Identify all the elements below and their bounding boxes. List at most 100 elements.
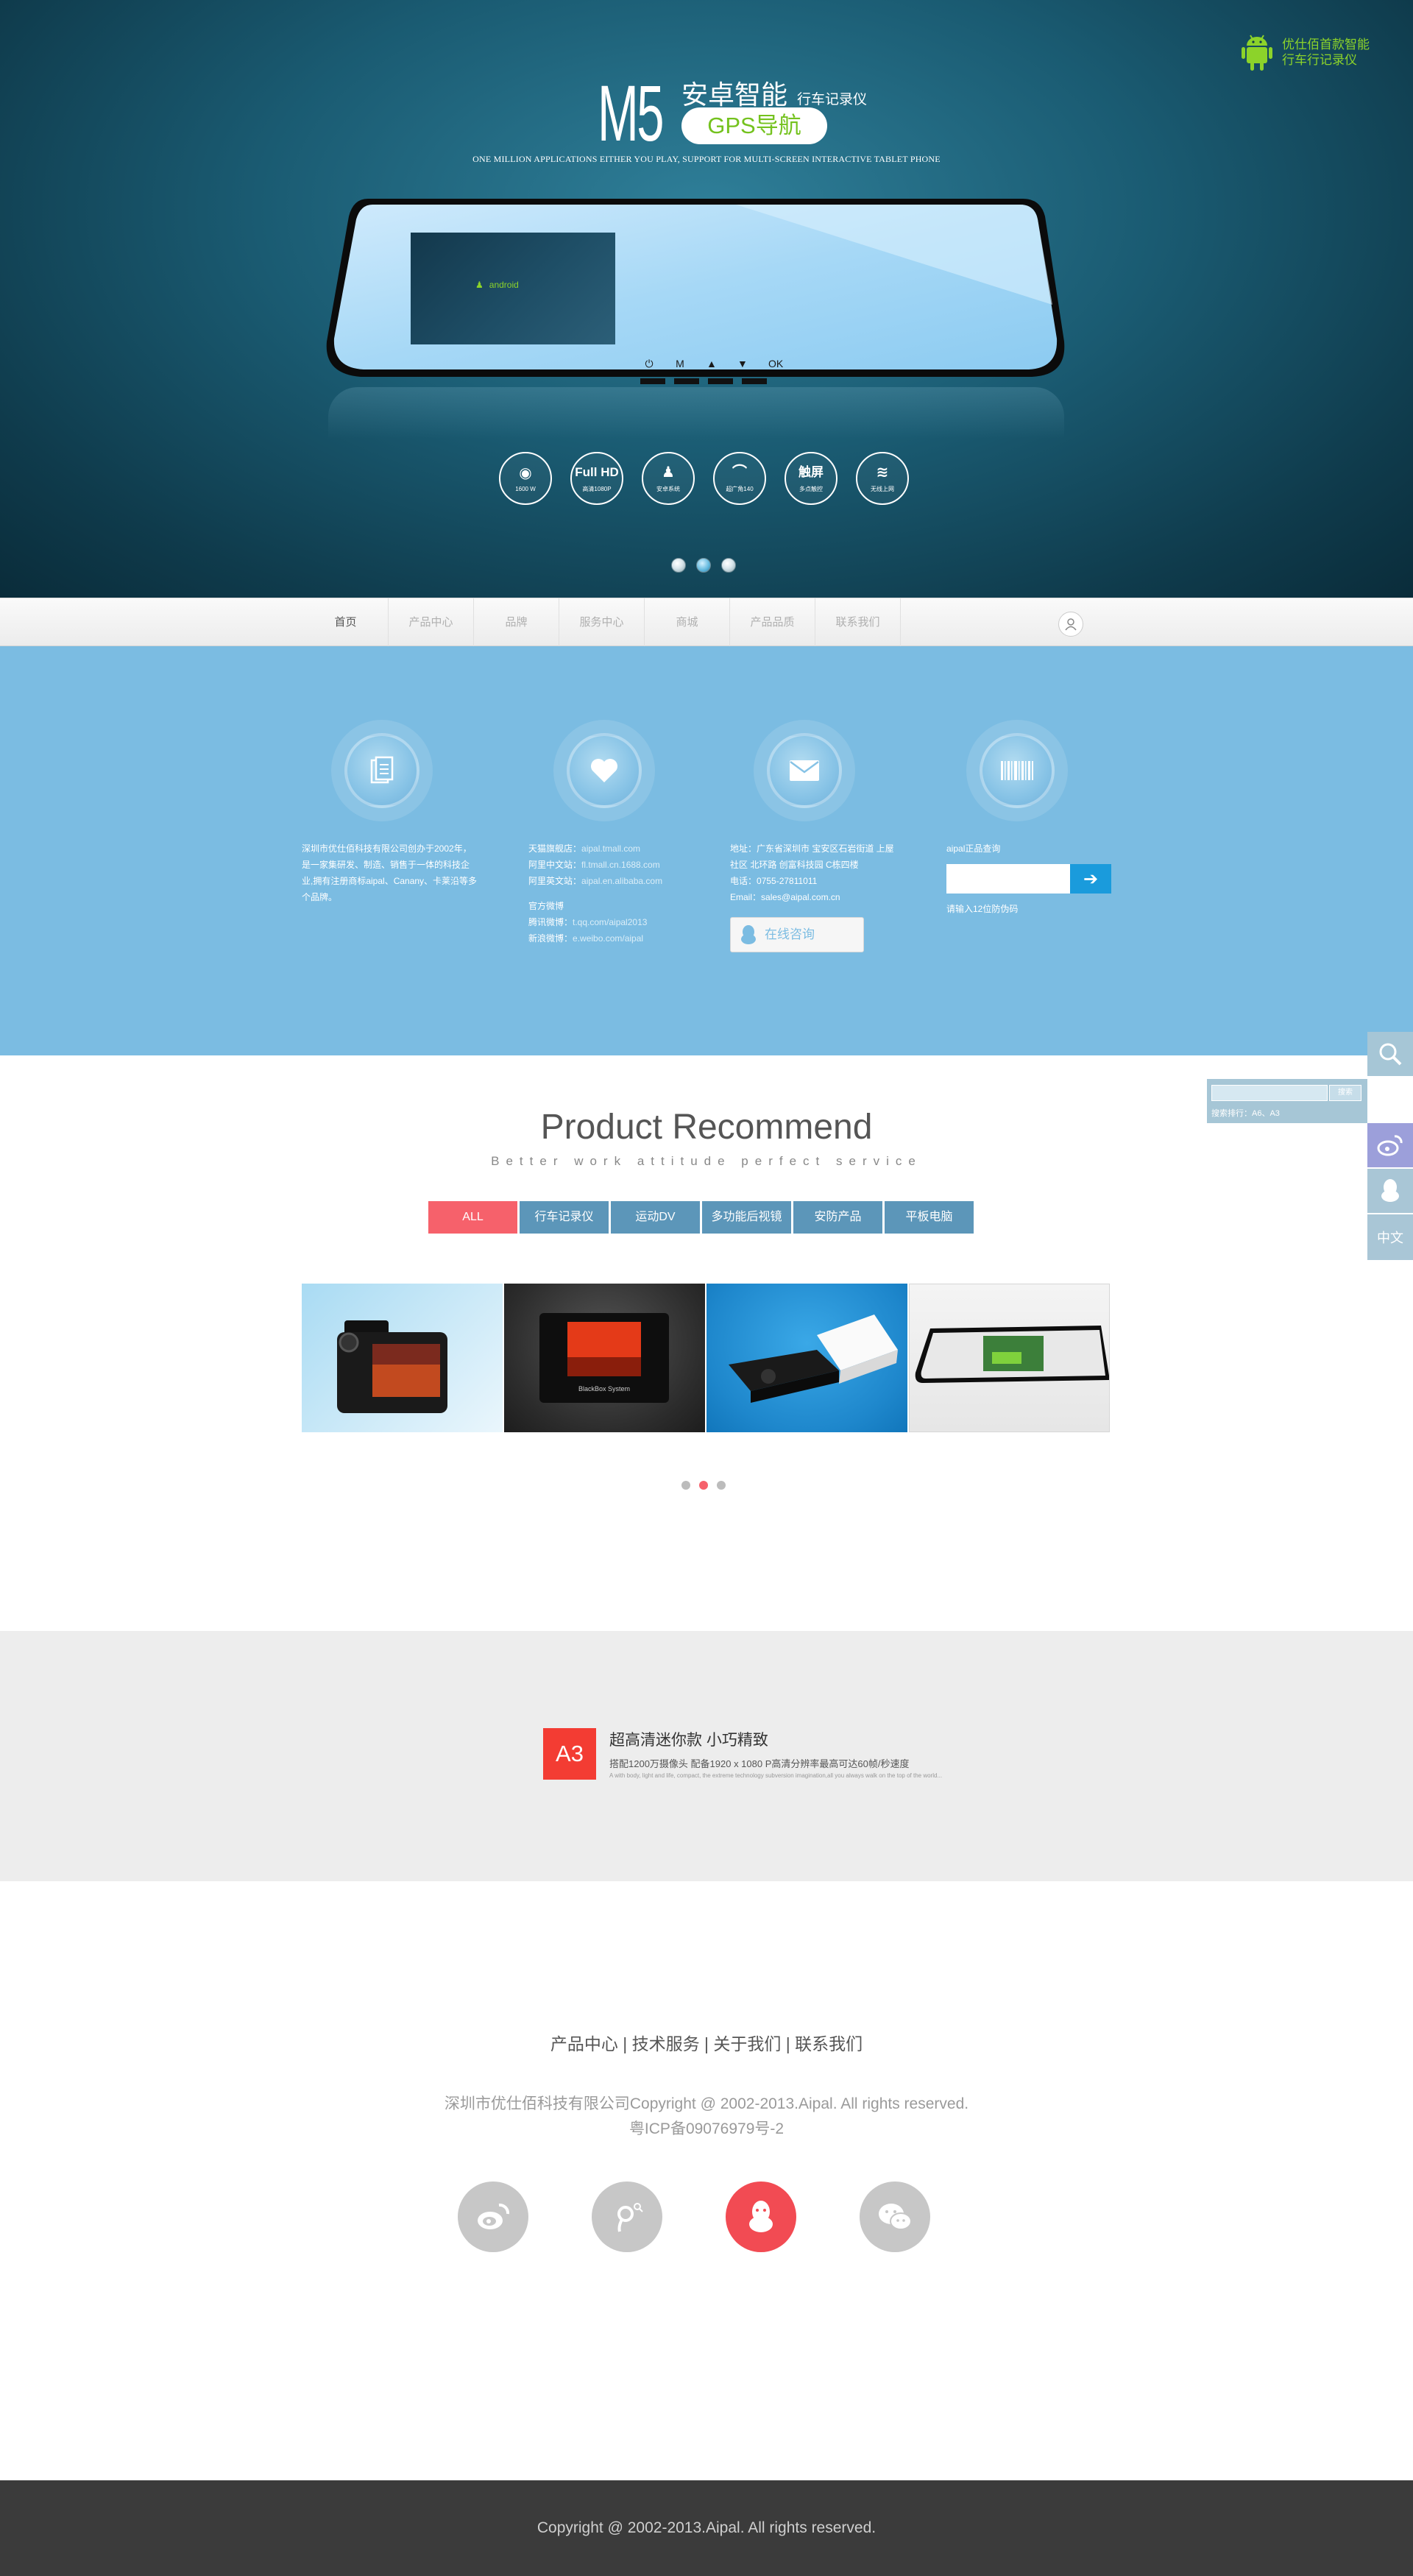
- wechat-icon[interactable]: [860, 2182, 930, 2252]
- gps-badge: GPS导航: [681, 107, 827, 144]
- alibaba-en-link[interactable]: aipal.en.alibaba.com: [581, 876, 662, 886]
- online-consult-button[interactable]: 在线咨询: [730, 917, 864, 952]
- side-qq-tab[interactable]: [1367, 1169, 1413, 1213]
- weibo-icon[interactable]: [458, 2182, 528, 2252]
- blackbox-caption: BlackBox System: [578, 1385, 630, 1393]
- footer-copyright: 深圳市优仕佰科技有限公司Copyright @ 2002-2013.Aipal.…: [444, 2095, 969, 2112]
- camera-icon: ◉: [519, 464, 532, 481]
- bottom-copyright-bar: Copyright @ 2002-2013.Aipal. All rights …: [0, 2480, 1413, 2576]
- slider-dot-active[interactable]: [696, 558, 711, 573]
- tab-tablet[interactable]: 平板电脑: [885, 1201, 974, 1234]
- nav-item-home[interactable]: 首页: [303, 598, 389, 647]
- tab-all[interactable]: ALL: [428, 1201, 517, 1234]
- hero-tagline: ONE MILLION APPLICATIONS EITHER YOU PLAY…: [472, 154, 941, 164]
- nav-item-contact[interactable]: 联系我们: [815, 598, 901, 647]
- about-column: 深圳市优仕佰科技有限公司创办于2002年，是一家集研发、制造、销售于一体的科技企…: [302, 720, 478, 905]
- qq-icon[interactable]: [726, 2182, 796, 2252]
- product-card[interactable]: [909, 1284, 1110, 1432]
- a3-promo-banner: A3 超高清迷你款 小巧精致 搭配1200万摄像头 配备1920 x 1080 …: [0, 1631, 1413, 1881]
- brand-logo[interactable]: 优仕佰首款智能 行车行记录仪: [1239, 31, 1370, 74]
- barcode-icon: [980, 733, 1055, 808]
- verify-hint: 请输入12位防伪码: [946, 904, 1019, 914]
- slider-dot[interactable]: [671, 558, 686, 573]
- footer-social-icons: [458, 2182, 930, 2252]
- product-card[interactable]: [706, 1284, 907, 1432]
- feature-camera: ◉ 1600 W: [499, 452, 552, 505]
- floating-search-input[interactable]: [1211, 1085, 1328, 1101]
- product-card[interactable]: [302, 1284, 503, 1432]
- android-small-icon: ♟: [475, 280, 484, 290]
- weibo-title: 官方微博: [528, 901, 564, 911]
- brand-line-2: 行车行记录仪: [1282, 53, 1357, 67]
- slider-dot[interactable]: [717, 1481, 726, 1490]
- dashcam-image: [337, 1320, 447, 1413]
- tab-dashcam[interactable]: 行车记录仪: [520, 1201, 609, 1234]
- mode-button-label: M: [676, 358, 684, 369]
- email-link[interactable]: sales@aipal.com.cn: [761, 892, 840, 902]
- power-icon: ⏻: [645, 358, 654, 369]
- a3-title: 超高清迷你款 小巧精致: [609, 1732, 768, 1749]
- footer-links[interactable]: 产品中心 | 技术服务 | 关于我们 | 联系我们: [0, 2030, 1413, 2055]
- tab-security[interactable]: 安防产品: [793, 1201, 882, 1234]
- android-screen-logo: ♟ android: [475, 280, 519, 290]
- floating-search-button[interactable]: 搜索: [1329, 1085, 1361, 1101]
- a3-description: 搭配1200万摄像头 配备1920 x 1080 P高清分辨率最高可达60帧/秒…: [609, 1758, 910, 1769]
- android-icon: ♟: [662, 464, 675, 481]
- slider-dot[interactable]: [681, 1481, 690, 1490]
- hero-banner: 优仕佰首款智能 行车行记录仪 M5 安卓智能 行车记录仪 GPS导航 ONE M…: [0, 0, 1413, 598]
- mirror-buttons: ⏻ M ▲ ▼ OK: [645, 358, 784, 370]
- wide-angle-icon: ⌒: [732, 464, 747, 481]
- shop-column: 天猫旗舰店：aipal.tmall.com 阿里中文站：fl.tmall.cn.…: [528, 720, 705, 946]
- slider-dot[interactable]: [721, 558, 736, 573]
- arrow-right-icon: ➔: [1083, 868, 1099, 889]
- side-language-tab[interactable]: 中文: [1367, 1214, 1413, 1260]
- info-section: 深圳市优仕佰科技有限公司创办于2002年，是一家集研发、制造、销售于一体的科技企…: [0, 646, 1413, 1055]
- hero-slider-dots: [671, 558, 736, 573]
- phone-text: 0755-27811011: [757, 876, 818, 886]
- about-text: 深圳市优仕佰科技有限公司创办于2002年，是一家集研发、制造、销售于一体的科技企…: [302, 843, 478, 902]
- mirror-product-image: [915, 1326, 1109, 1383]
- a3-fine-print: A with body, light and life, compact, th…: [609, 1772, 943, 1779]
- nav-item-service[interactable]: 服务中心: [559, 598, 645, 647]
- wifi-icon: ≋: [876, 464, 889, 481]
- verify-title: aipal正品查询: [946, 843, 1001, 854]
- tab-sport-dv[interactable]: 运动DV: [611, 1201, 700, 1234]
- search-icon: [1379, 1043, 1402, 1066]
- up-arrow-icon: ▲: [706, 358, 717, 369]
- product-tabs: ALL 行车记录仪 运动DV 多功能后视镜 安防产品 平板电脑: [428, 1201, 974, 1234]
- feature-android: ♟ 安卓系统: [642, 452, 695, 505]
- full-hd-icon: Full HD: [575, 464, 619, 479]
- qq-weibo-link[interactable]: t.qq.com/aipal2013: [573, 917, 647, 927]
- side-search-tab[interactable]: [1367, 1032, 1413, 1076]
- qq-penguin-icon: [741, 925, 756, 944]
- nav-item-brand[interactable]: 品牌: [474, 598, 559, 647]
- product-section-subtitle: Better work attitude perfect service: [491, 1154, 922, 1168]
- nav-item-quality[interactable]: 产品品质: [730, 598, 815, 647]
- mirror-reflection: [328, 387, 1064, 439]
- tab-mirror[interactable]: 多功能后视镜: [702, 1201, 791, 1234]
- ok-button-label: OK: [768, 358, 784, 369]
- nav-item-shop[interactable]: 商城: [645, 598, 730, 647]
- feature-wifi: ≋ 无线上网: [856, 452, 909, 505]
- user-icon[interactable]: [1058, 612, 1083, 637]
- sina-weibo-link[interactable]: e.weibo.com/aipal: [573, 933, 643, 944]
- product-card[interactable]: BlackBox System: [504, 1284, 705, 1432]
- a3-badge: A3: [543, 1728, 596, 1780]
- nav-item-products[interactable]: 产品中心: [389, 598, 474, 647]
- tencent-weibo-icon[interactable]: [592, 2182, 662, 2252]
- tmall-link[interactable]: aipal.tmall.com: [581, 843, 640, 854]
- android-icon: [1242, 35, 1272, 71]
- hero-title: 安卓智能: [681, 79, 788, 110]
- blackbox-image: BlackBox System: [539, 1313, 669, 1403]
- hero-subtitle: 行车记录仪: [797, 92, 868, 107]
- alibaba-cn-link[interactable]: fl.tmall.cn.1688.com: [581, 860, 660, 870]
- verify-submit-button[interactable]: ➔: [1070, 864, 1111, 894]
- feature-full-hd: Full HD 高清1080P: [570, 452, 623, 505]
- projector-image: [729, 1314, 898, 1403]
- verify-code-input[interactable]: [946, 864, 1070, 894]
- footer-icp[interactable]: 粤ICP备09076979号-2: [0, 2117, 1413, 2139]
- feature-wide-angle: ⌒ 超广角140: [713, 452, 766, 505]
- product-section-title: Product Recommend: [540, 1108, 873, 1147]
- contact-column: 地址：广东省深圳市 宝安区石岩街道 上屋社区 北环路 创富科技园 C栋四楼 电话…: [730, 720, 901, 952]
- slider-dot-active[interactable]: [699, 1481, 708, 1490]
